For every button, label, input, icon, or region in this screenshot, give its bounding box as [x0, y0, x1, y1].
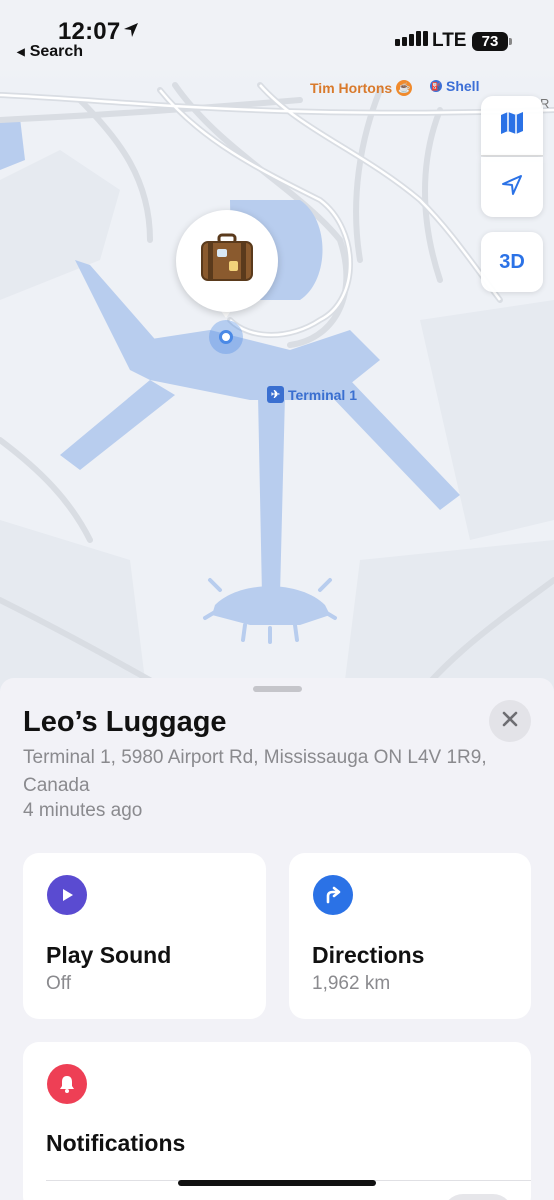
luggage-pin[interactable] — [176, 210, 278, 312]
close-button[interactable] — [489, 700, 531, 742]
item-location-dot — [219, 330, 233, 344]
directions-title: Directions — [312, 942, 425, 968]
directions-distance: 1,962 km — [312, 973, 391, 994]
home-indicator — [178, 1180, 376, 1186]
notifications-card[interactable]: Notifications — [23, 1042, 531, 1200]
notifications-title: Notifications — [46, 1130, 186, 1156]
play-sound-card[interactable]: Play Sound Off — [23, 853, 266, 1019]
back-triangle-icon: ◀ — [17, 46, 25, 58]
poi-tim-hortons-label: Tim Hortons — [310, 80, 393, 96]
item-detail-sheet: Leo’s Luggage Terminal 1, 5980 Airport R… — [0, 678, 554, 1200]
battery-icon: 73 — [472, 32, 508, 51]
three-d-button[interactable]: 3D — [481, 232, 543, 292]
current-location-button[interactable] — [481, 157, 543, 217]
cellular-signal-icon — [395, 31, 428, 46]
battery-level: 73 — [481, 33, 499, 50]
play-sound-title: Play Sound — [46, 942, 172, 968]
play-sound-status: Off — [46, 973, 71, 994]
location-arrow-icon — [500, 173, 524, 202]
fuel-icon: ⛽ — [430, 80, 442, 92]
item-address: Terminal 1, 5980 Airport Rd, Mississauga… — [23, 747, 487, 796]
play-icon — [47, 875, 87, 915]
close-icon — [502, 711, 518, 732]
poi-shell[interactable]: ⛽ Shell — [430, 78, 479, 94]
coffee-icon: ☕ — [396, 80, 413, 96]
terminal-1-text: Terminal 1 — [288, 386, 357, 403]
last-updated: 4 minutes ago — [23, 800, 143, 821]
status-bar: 12:07 ◀ Search LTE 73 — [0, 0, 554, 84]
back-to-search-button[interactable]: ◀ Search — [17, 43, 83, 61]
back-label: Search — [29, 43, 84, 60]
location-services-icon — [122, 21, 140, 44]
poi-shell-label: Shell — [446, 78, 480, 94]
turn-right-arrow-icon — [313, 875, 353, 915]
map-mode-button[interactable] — [481, 96, 543, 156]
notify-toggle[interactable] — [443, 1194, 513, 1200]
terminal-1-label[interactable]: ✈ Terminal 1 — [267, 386, 357, 403]
bell-icon — [47, 1064, 87, 1104]
directions-card[interactable]: Directions 1,962 km — [289, 853, 531, 1019]
map-base — [0, 0, 554, 720]
three-d-label: 3D — [499, 250, 525, 273]
battery-cap — [509, 38, 512, 45]
map-view[interactable]: 12:07 ◀ Search LTE 73 Tim Hortons ☕ ⛽ Sh… — [0, 0, 554, 720]
network-type: LTE — [432, 30, 467, 51]
map-icon — [499, 110, 525, 141]
sheet-grabber[interactable] — [253, 686, 302, 692]
poi-tim-hortons[interactable]: Tim Hortons ☕ — [310, 80, 413, 96]
status-time: 12:07 — [58, 18, 121, 45]
airplane-icon: ✈ — [267, 386, 284, 403]
suitcase-icon — [199, 233, 255, 290]
item-title: Leo’s Luggage — [23, 706, 227, 738]
